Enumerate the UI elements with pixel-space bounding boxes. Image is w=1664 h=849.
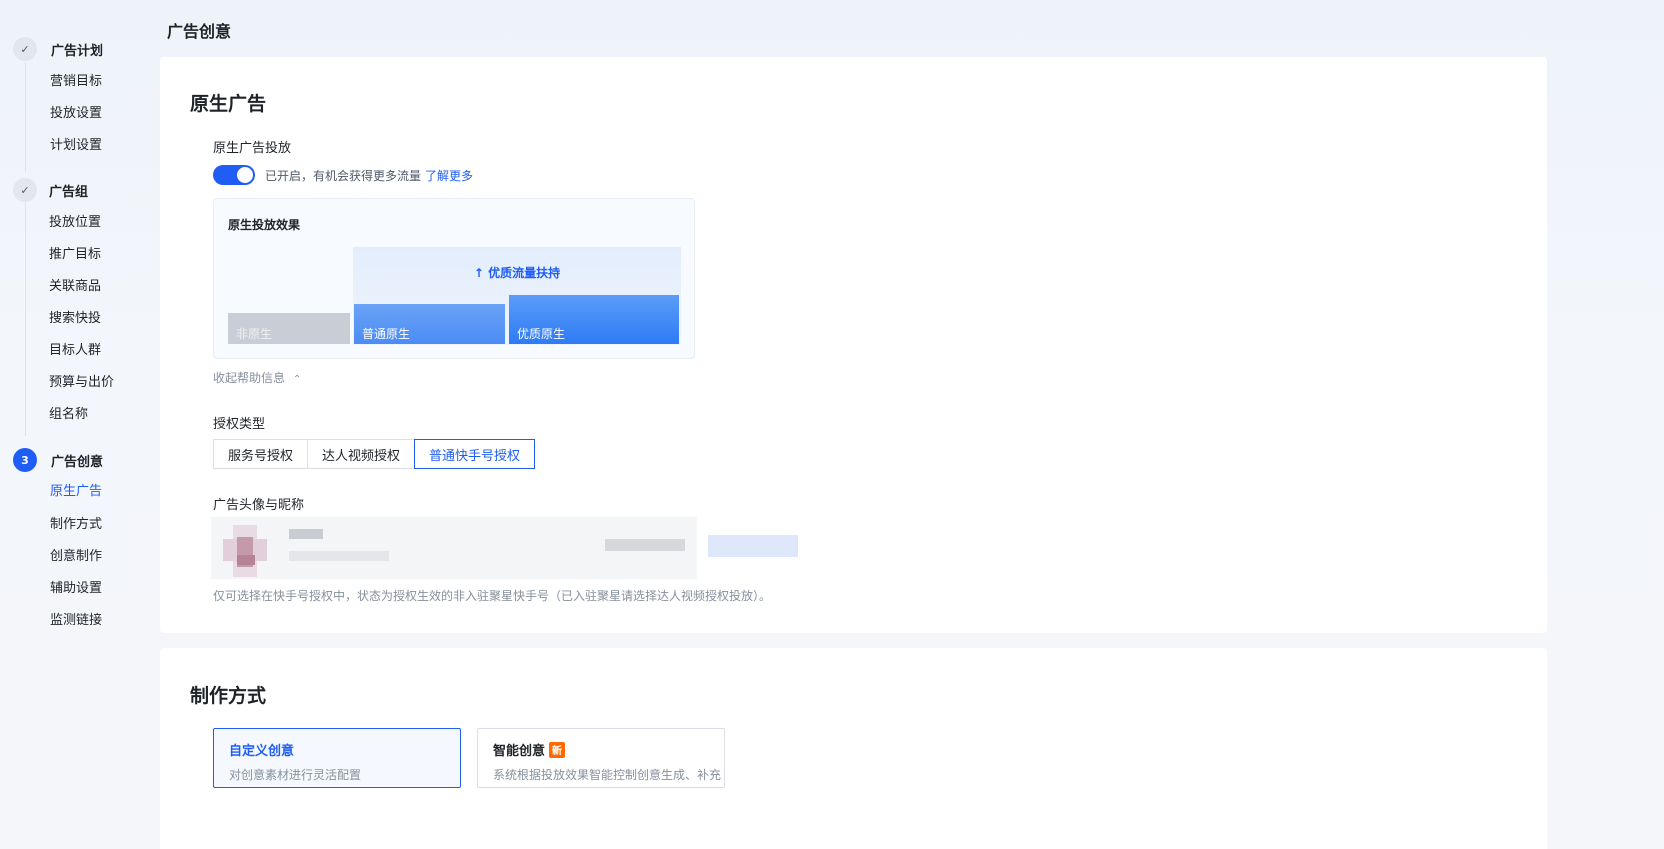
boost-label-text: 优质流量扶持 (488, 266, 561, 280)
sidebar-item-promotion-target[interactable]: 推广目标 (49, 246, 101, 264)
sidebar-item-placement[interactable]: 投放位置 (49, 214, 101, 232)
learn-more-link[interactable]: 了解更多 (425, 169, 473, 183)
effect-bar-quality-native: 优质原生 (509, 295, 679, 344)
sidebar-item-creative-production[interactable]: 创意制作 (50, 548, 102, 566)
collapse-help-text: 收起帮助信息 (213, 371, 286, 385)
step-connector (25, 202, 26, 436)
sidebar-item-group-name[interactable]: 组名称 (49, 406, 88, 424)
step-sidebar: ✓ 广告计划 营销目标 投放设置 计划设置 ✓ 广告组 投放位置 推广目标 关联… (0, 0, 165, 849)
step-ad-plan[interactable]: ✓ 广告计划 (13, 37, 103, 61)
collapse-help-link[interactable]: 收起帮助信息 ⌃ (213, 369, 301, 386)
effect-bar-non-native: 非原生 (228, 313, 350, 344)
tab-creator-video-auth[interactable]: 达人视频授权 (307, 439, 416, 469)
production-method-card: 制作方式 自定义创意 对创意素材进行灵活配置 智能创意 新 系统根据投放效果智能… (160, 648, 1547, 849)
native-ad-card: 原生广告 原生广告投放 已开启，有机会获得更多流量 了解更多 原生投放效果 ↑ 优… (160, 57, 1547, 633)
boost-label: ↑ 优质流量扶持 (353, 264, 681, 281)
option-title: 智能创意 (493, 744, 546, 759)
option-desc: 系统根据投放效果智能控制创意生成、补充 (493, 768, 722, 782)
step-connector (25, 62, 26, 172)
check-icon: ✓ (13, 178, 37, 202)
sidebar-item-production-method[interactable]: 制作方式 (50, 516, 102, 534)
new-badge: 新 (549, 741, 566, 758)
status-placeholder (605, 539, 685, 551)
step-title: 广告创意 (51, 454, 104, 470)
sidebar-item-search-quick[interactable]: 搜索快投 (49, 310, 101, 328)
auth-type-label: 授权类型 (213, 417, 266, 432)
nickname-placeholder (289, 529, 323, 539)
sidebar-item-native-ad[interactable]: 原生广告 (50, 483, 102, 501)
option-smart-creative[interactable]: 智能创意 新 系统根据投放效果智能控制创意生成、补充 (477, 728, 725, 788)
avatar (223, 525, 275, 577)
toggle-status: 已开启，有机会获得更多流量 (265, 169, 422, 183)
effect-title: 原生投放效果 (228, 218, 301, 232)
tab-service-account-auth[interactable]: 服务号授权 (213, 439, 309, 469)
option-desc: 对创意素材进行灵活配置 (229, 768, 362, 782)
sidebar-item-budget-bid[interactable]: 预算与出价 (49, 374, 114, 392)
page-title: 广告创意 (167, 22, 232, 41)
section-title: 原生广告 (190, 93, 267, 115)
native-ad-toggle[interactable] (213, 165, 255, 185)
option-title-row: 智能创意 新 (493, 740, 709, 759)
step-title: 广告组 (49, 184, 89, 200)
avatar-hint: 仅可选择在快手号授权中，状态为授权生效的非入驻聚星快手号（已入驻聚星请选择达人视… (213, 589, 772, 603)
step-ad-creative[interactable]: 3 广告创意 (13, 448, 103, 472)
sidebar-item-related-product[interactable]: 关联商品 (49, 278, 101, 296)
step-title: 广告计划 (51, 43, 104, 59)
toggle-status-text: 已开启，有机会获得更多流量 了解更多 (265, 167, 473, 184)
tab-normal-kuaishou-auth[interactable]: 普通快手号授权 (414, 439, 536, 469)
sidebar-item-plan-settings[interactable]: 计划设置 (50, 137, 102, 155)
field-label: 原生广告投放 (213, 141, 292, 156)
option-custom-creative[interactable]: 自定义创意 对创意素材进行灵活配置 (213, 728, 461, 788)
effect-panel: 原生投放效果 ↑ 优质流量扶持 非原生 普通原生 优质原生 (213, 198, 695, 359)
sidebar-item-marketing-goal[interactable]: 营销目标 (50, 73, 102, 91)
option-title: 自定义创意 (229, 744, 295, 759)
toggle-knob (237, 167, 253, 183)
account-id-placeholder (289, 551, 389, 561)
sidebar-item-aux-settings[interactable]: 辅助设置 (50, 580, 102, 598)
sidebar-item-delivery-settings[interactable]: 投放设置 (50, 105, 102, 123)
check-icon: ✓ (13, 37, 37, 61)
switch-account-link[interactable] (708, 535, 798, 557)
section-title: 制作方式 (190, 685, 267, 707)
avatar-nickname-label: 广告头像与昵称 (213, 498, 305, 513)
double-chevron-up-icon: ⌃ (292, 374, 302, 385)
step-ad-group[interactable]: ✓ 广告组 (13, 178, 88, 202)
sidebar-item-tracking-link[interactable]: 监测链接 (50, 612, 102, 630)
effect-bar-normal-native: 普通原生 (354, 304, 505, 344)
auth-type-tabs: 服务号授权 达人视频授权 普通快手号授权 (213, 439, 536, 469)
account-selector[interactable] (211, 517, 697, 579)
step-number: 3 (13, 448, 37, 472)
arrow-up-icon: ↑ (473, 266, 489, 280)
sidebar-item-target-audience[interactable]: 目标人群 (49, 342, 101, 360)
